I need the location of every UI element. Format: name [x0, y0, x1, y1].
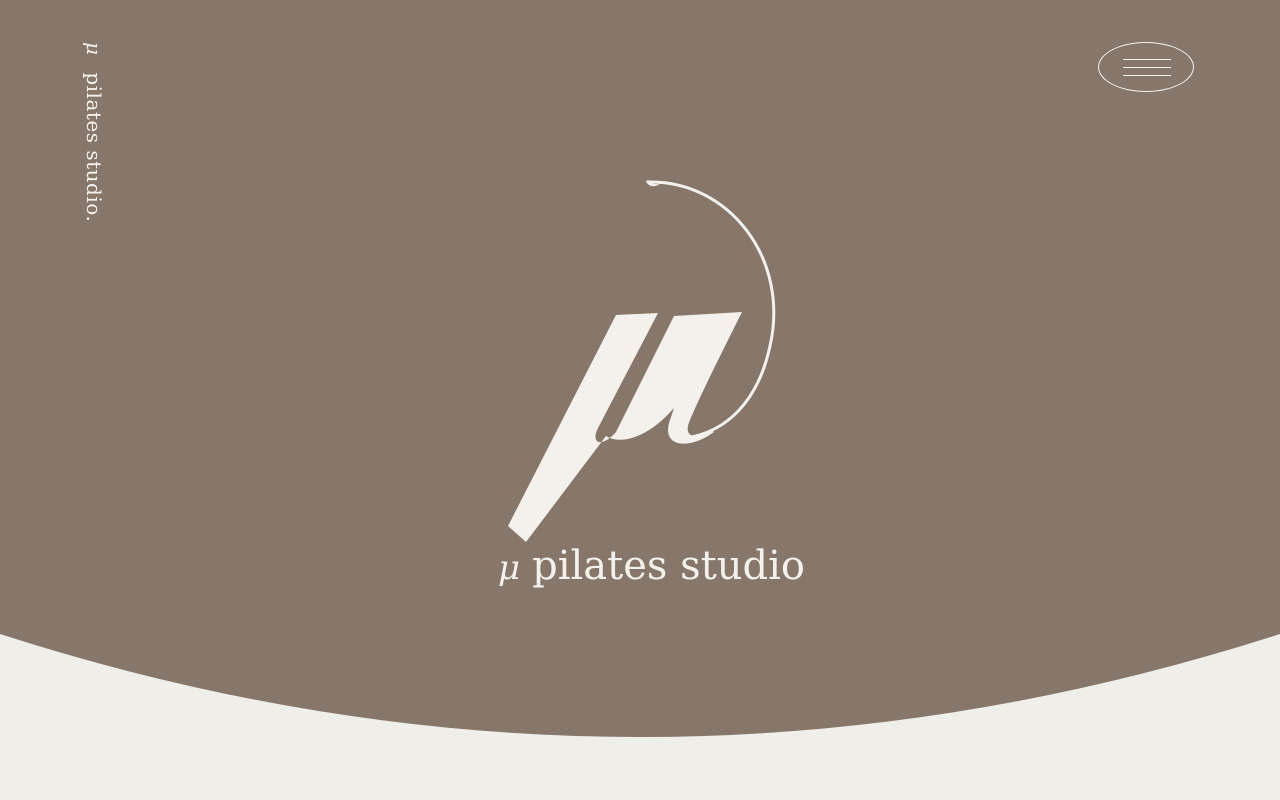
side-brand-symbol: μ: [82, 42, 106, 56]
mu-logo-mark-icon: [508, 180, 776, 542]
logo-wordmark-text: pilates studio: [532, 543, 805, 589]
side-brand-text: pilates studio.: [82, 72, 106, 223]
logo-wordmark-symbol: μ: [498, 548, 521, 588]
hamburger-menu-icon-bar: [1123, 75, 1171, 76]
hamburger-menu-icon-bar: [1123, 59, 1171, 60]
logo-wordmark: μ pilates studio: [498, 546, 805, 588]
menu-button[interactable]: [1098, 42, 1194, 92]
hamburger-menu-icon-bar: [1123, 67, 1171, 68]
side-brand-logo[interactable]: μ pilates studio.: [82, 42, 106, 223]
